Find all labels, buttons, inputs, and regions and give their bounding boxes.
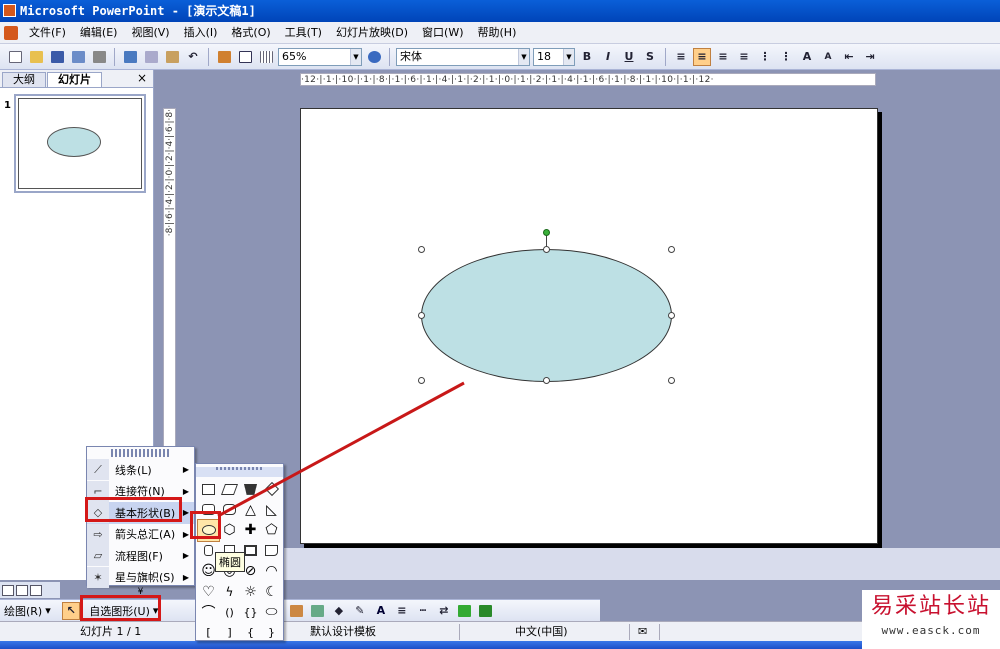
annotation-arrow bbox=[217, 381, 465, 518]
